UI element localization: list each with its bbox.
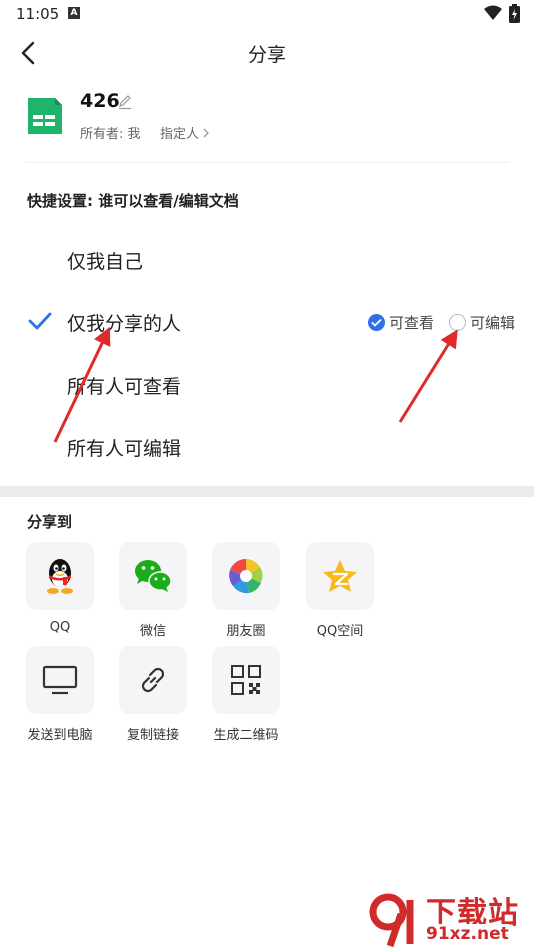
qr-code-icon	[231, 665, 261, 695]
option-everyone-view[interactable]: 所有人可查看	[0, 355, 534, 415]
share-to-title: 分享到	[27, 513, 73, 531]
chevron-left-icon	[21, 41, 35, 65]
page-title: 分享	[247, 44, 286, 66]
document-name: 426	[80, 90, 120, 112]
option-shared-people[interactable]: 仅我分享的人 可查看 可编辑	[0, 292, 534, 352]
wechat-icon	[135, 560, 172, 592]
wifi-icon	[484, 5, 502, 20]
share-tile	[26, 542, 94, 610]
divider	[25, 162, 509, 163]
share-label: 生成二维码	[213, 728, 279, 743]
document-header: 426 所有者: 我 指定人	[0, 84, 534, 164]
share-label: 朋友圈	[226, 624, 266, 639]
permission-view-label: 可查看	[389, 314, 435, 332]
share-label: QQ	[49, 620, 71, 635]
share-wechat[interactable]: 微信	[108, 542, 198, 642]
option-only-me[interactable]: 仅我自己	[0, 230, 534, 290]
radio-checked-icon	[368, 314, 385, 331]
share-tile	[212, 542, 280, 610]
permission-edit-radio[interactable]: 可编辑	[449, 312, 515, 333]
share-copy-link[interactable]: 复制链接	[108, 646, 198, 746]
moments-icon	[229, 558, 263, 594]
share-label: 发送到电脑	[27, 728, 93, 743]
option-label: 所有人可编辑	[67, 438, 182, 460]
option-label: 仅我自己	[67, 251, 144, 273]
option-label: 所有人可查看	[67, 376, 182, 398]
section-divider	[0, 486, 534, 497]
share-tile	[26, 646, 94, 714]
share-moments[interactable]: 朋友圈	[201, 542, 291, 642]
share-label: QQ空间	[316, 624, 364, 639]
option-label: 仅我分享的人	[67, 313, 182, 335]
share-tile	[306, 542, 374, 610]
watermark: 下载站 91xz.net	[368, 888, 534, 950]
share-send-to-pc[interactable]: 发送到电脑	[15, 646, 105, 746]
back-button[interactable]	[14, 38, 44, 68]
option-everyone-edit[interactable]: 所有人可编辑	[0, 417, 534, 477]
spreadsheet-icon	[28, 98, 62, 134]
share-label: 微信	[139, 624, 166, 639]
watermark-url: 91xz.net	[426, 924, 509, 944]
share-qq[interactable]: QQ	[15, 542, 105, 642]
share-tile	[212, 646, 280, 714]
share-label: 复制链接	[126, 728, 179, 743]
qzone-star-icon	[323, 560, 357, 592]
quick-settings-title: 快捷设置: 谁可以查看/编辑文档	[27, 192, 239, 210]
chevron-right-icon	[203, 128, 209, 137]
notification-icon: A	[68, 7, 80, 19]
checkmark-icon	[28, 312, 52, 330]
assign-people-link[interactable]: 指定人	[160, 123, 210, 142]
monitor-icon	[42, 665, 78, 695]
share-tile	[119, 542, 187, 610]
share-qzone[interactable]: QQ空间	[295, 542, 385, 642]
radio-unchecked-icon	[449, 314, 466, 331]
status-bar: 11:05 A	[0, 0, 534, 28]
status-time: 11:05	[16, 5, 60, 23]
nav-bar: 分享	[0, 28, 534, 76]
share-tile	[119, 646, 187, 714]
share-qr-code[interactable]: 生成二维码	[201, 646, 291, 746]
watermark-logo-icon	[369, 893, 414, 948]
permission-edit-label: 可编辑	[470, 314, 516, 332]
permission-view-radio[interactable]: 可查看	[368, 312, 434, 333]
pencil-icon[interactable]	[117, 94, 133, 110]
qq-penguin-icon	[47, 559, 73, 594]
assign-label: 指定人	[160, 127, 200, 142]
owner-label: 所有者: 我	[80, 127, 141, 142]
link-icon	[141, 667, 165, 693]
battery-charging-icon	[509, 4, 520, 23]
